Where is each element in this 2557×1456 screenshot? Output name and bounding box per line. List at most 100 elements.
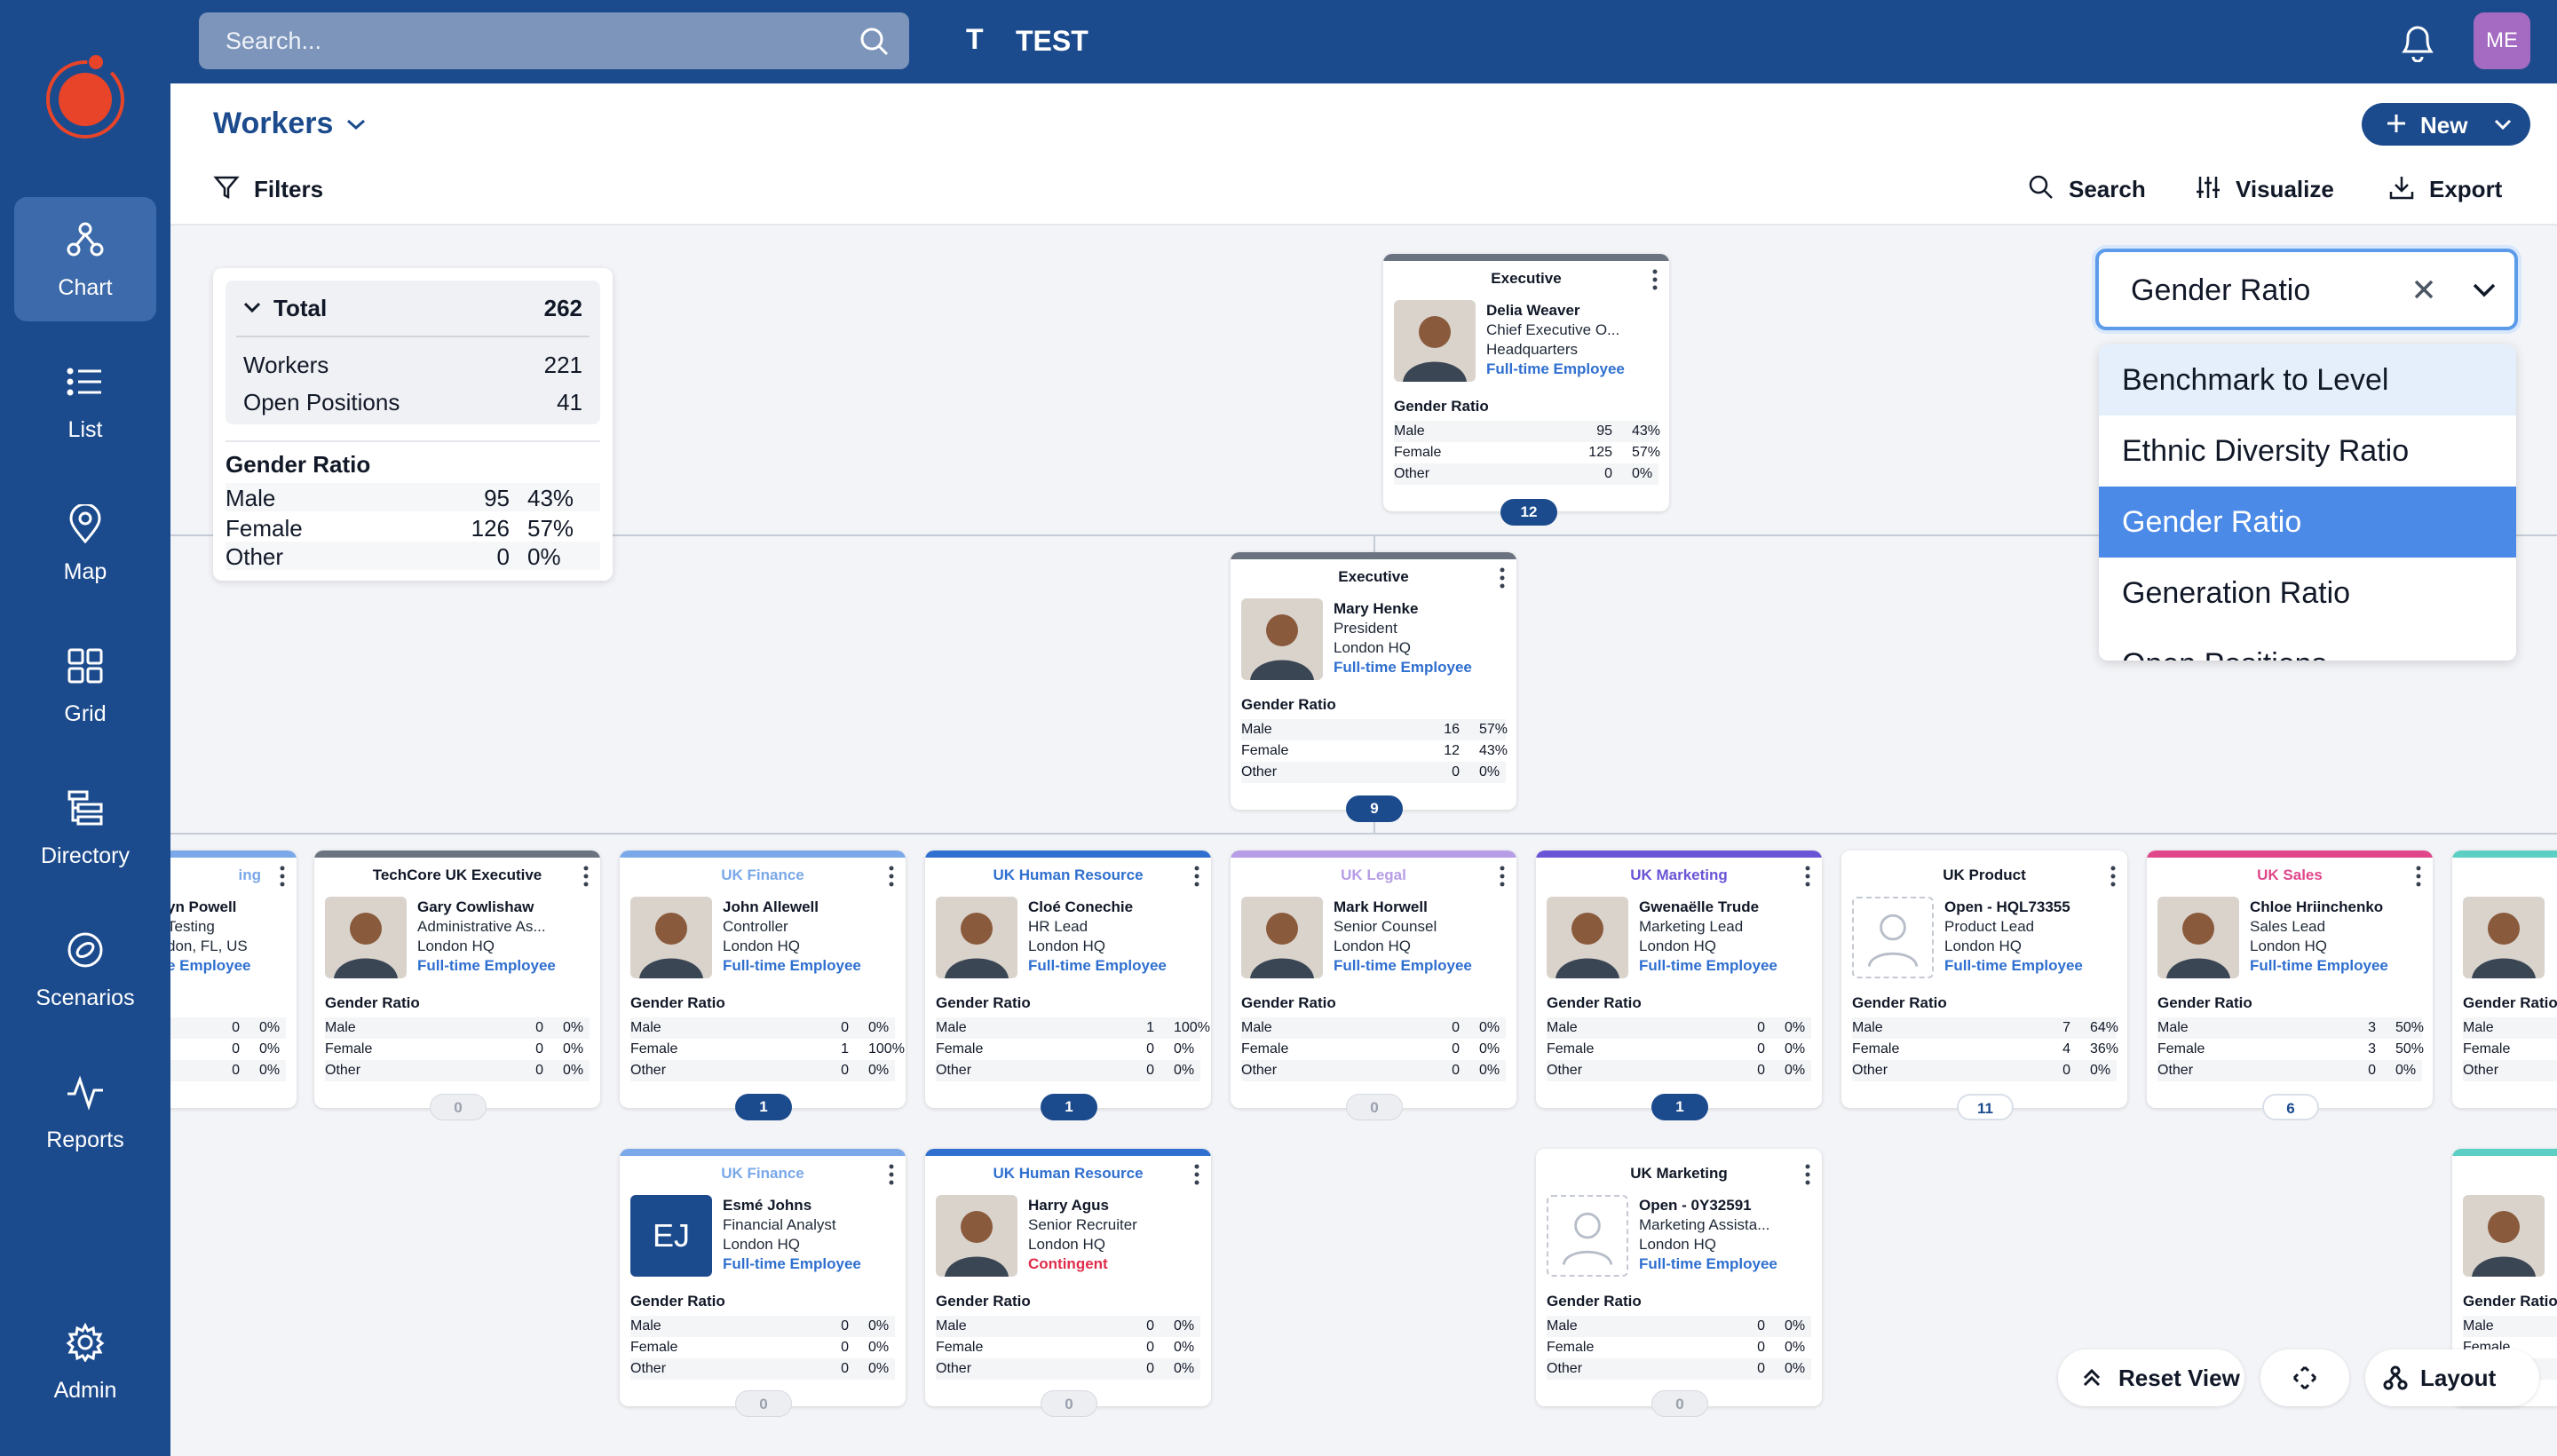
avatar[interactable] xyxy=(1547,1195,1628,1277)
avatar[interactable] xyxy=(1547,897,1628,978)
card-department: UK Finance xyxy=(721,1165,804,1182)
org-card[interactable]: Executive Delia Weaver Chief Executive O..… xyxy=(1383,254,1669,511)
sidebar-item-map[interactable]: Map xyxy=(14,481,156,605)
card-gender-title: Gender Ratio xyxy=(2463,994,2557,1011)
avatar[interactable] xyxy=(325,897,407,978)
person-photo-icon xyxy=(630,897,712,978)
sidebar-item-reports[interactable]: Reports xyxy=(14,1049,156,1174)
avatar[interactable] xyxy=(2463,1195,2545,1277)
card-name: Mark Horwell xyxy=(1334,898,1428,915)
more-vertical-icon[interactable] xyxy=(1804,1163,1811,1186)
org-card[interactable]: UK Human Resource Harry Agus Senior Recrui… xyxy=(925,1149,1211,1406)
sidebar-item-chart[interactable]: Chart xyxy=(14,197,156,321)
more-vertical-icon[interactable] xyxy=(1499,566,1506,590)
reports-count-badge[interactable]: 0 xyxy=(1346,1094,1403,1120)
org-card[interactable]: Executive Mary Henke President London HQ Ful… xyxy=(1231,552,1516,810)
gender-pct: 0% xyxy=(563,1041,584,1056)
more-vertical-icon[interactable] xyxy=(1193,1163,1200,1186)
reports-count-badge[interactable]: 0 xyxy=(1041,1390,1097,1417)
fit-screen-button[interactable] xyxy=(2260,1349,2349,1406)
org-card[interactable]: ing yn Powell Testing don, FL, US e Employee… xyxy=(170,851,297,1108)
gender-pct: 57% xyxy=(527,515,574,542)
card-employment-type: Contingent xyxy=(1028,1255,1108,1272)
avatar[interactable] xyxy=(1241,897,1323,978)
avatar[interactable]: EJ xyxy=(630,1195,712,1277)
avatar[interactable] xyxy=(1852,897,1934,978)
chevron-down-icon[interactable] xyxy=(2472,282,2497,298)
more-vertical-icon[interactable] xyxy=(2110,865,2117,888)
new-button[interactable]: New xyxy=(2362,103,2530,146)
org-card[interactable]: UK Finance John Allewell Controller London … xyxy=(620,851,906,1108)
org-card[interactable]: UK Product Open - HQL73355 Product Lead Lon… xyxy=(1841,851,2127,1108)
avatar[interactable] xyxy=(1241,598,1323,680)
more-vertical-icon[interactable] xyxy=(1651,268,1658,291)
reports-count-badge[interactable]: 9 xyxy=(1346,795,1403,822)
org-name[interactable]: TEST xyxy=(1016,25,1089,58)
search-button[interactable]: Search xyxy=(2028,172,2161,208)
workspace-title[interactable]: Workers xyxy=(213,107,333,141)
org-card[interactable]: TechCore UK Executive Gary Cowlishaw Admin… xyxy=(314,851,600,1108)
org-card[interactable]: UK Marketing Open - 0Y32591 Marketing Assi… xyxy=(1536,1149,1822,1406)
avatar[interactable] xyxy=(936,1195,1017,1277)
more-vertical-icon[interactable] xyxy=(1193,865,1200,888)
more-vertical-icon[interactable] xyxy=(1804,865,1811,888)
reports-count-badge[interactable]: 1 xyxy=(1651,1094,1708,1120)
option-gender-ratio[interactable]: Gender Ratio xyxy=(2099,487,2516,558)
org-card[interactable]: UK Human Resource Cloé Conechie HR Lead Lon… xyxy=(925,851,1211,1108)
org-card[interactable]: UK Sales Chloe Hriinchenko Sales Lead Londo… xyxy=(2147,851,2433,1108)
reset-view-button[interactable]: Reset View xyxy=(2058,1349,2244,1406)
sidebar-item-scenarios[interactable]: Scenarios xyxy=(14,907,156,1032)
reports-count-badge[interactable]: 0 xyxy=(1651,1390,1708,1417)
filters-button[interactable]: Filters xyxy=(213,172,346,208)
visualization-select[interactable]: Gender Ratio xyxy=(2095,249,2518,330)
more-vertical-icon[interactable] xyxy=(582,865,590,888)
avatar[interactable] xyxy=(2463,897,2545,978)
option-benchmark-to-level[interactable]: Benchmark to Level xyxy=(2099,344,2516,415)
option-open-positions[interactable]: Open Positions xyxy=(2099,629,2516,661)
sidebar-item-grid[interactable]: Grid xyxy=(14,623,156,748)
option-ethnic-diversity-ratio[interactable]: Ethnic Diversity Ratio xyxy=(2099,415,2516,487)
app-logo[interactable] xyxy=(43,51,128,140)
option-generation-ratio[interactable]: Generation Ratio xyxy=(2099,558,2516,629)
org-card[interactable]: UK Gender Ratio Male Female Other xyxy=(2452,851,2557,1108)
avatar[interactable] xyxy=(936,897,1017,978)
more-vertical-icon[interactable] xyxy=(279,865,286,888)
more-vertical-icon[interactable] xyxy=(2415,865,2422,888)
avatar[interactable] xyxy=(2157,897,2239,978)
export-button[interactable]: Export xyxy=(2388,172,2513,208)
more-vertical-icon[interactable] xyxy=(888,1163,895,1186)
card-gender-row: Female 0 0% xyxy=(936,1337,1200,1358)
summary-totals[interactable]: Total 262 Workers 221 Open Positions 41 xyxy=(226,281,600,424)
avatar[interactable] xyxy=(630,897,712,978)
reports-count-badge[interactable]: 1 xyxy=(735,1094,792,1120)
card-gender-row: Male00% xyxy=(170,1017,286,1039)
reports-count-badge[interactable]: 0 xyxy=(735,1390,792,1417)
reports-count-badge[interactable]: 11 xyxy=(1957,1094,2014,1120)
org-card[interactable]: UK Marketing Gwenaëlle Trude Marketing Lea… xyxy=(1536,851,1822,1108)
sidebar-item-admin[interactable]: Admin xyxy=(14,1300,156,1424)
reports-count-badge[interactable]: 0 xyxy=(430,1094,487,1120)
gender-count: 0 xyxy=(1452,1020,1460,1035)
more-vertical-icon[interactable] xyxy=(888,865,895,888)
more-vertical-icon[interactable] xyxy=(1499,865,1506,888)
visualize-button[interactable]: Visualize xyxy=(2195,172,2355,208)
notification-bell-icon[interactable] xyxy=(2397,20,2438,62)
card-department: UK Human Resource xyxy=(993,866,1144,883)
search-icon[interactable] xyxy=(859,27,890,57)
org-card[interactable]: UK Legal Mark Horwell Senior Counsel London… xyxy=(1231,851,1516,1108)
chevron-down-icon[interactable] xyxy=(344,115,368,133)
org-card[interactable]: UK Finance EJ Esmé Johns Financial Analyst L… xyxy=(620,1149,906,1406)
search-input[interactable] xyxy=(226,12,838,69)
global-search[interactable] xyxy=(199,12,909,69)
sidebar-item-list[interactable]: List xyxy=(14,339,156,463)
user-avatar[interactable]: ME xyxy=(2474,12,2530,69)
reports-count-badge[interactable]: 1 xyxy=(1041,1094,1097,1120)
reports-count-badge[interactable]: 6 xyxy=(2262,1094,2319,1120)
gender-pct: 0% xyxy=(1479,1020,1500,1035)
reports-count-badge[interactable]: 12 xyxy=(1500,499,1557,526)
sidebar-item-directory[interactable]: Directory xyxy=(14,765,156,890)
card-role: HR Lead xyxy=(1028,918,1089,935)
close-icon[interactable] xyxy=(2411,277,2436,302)
layout-button[interactable]: Layout xyxy=(2365,1349,2539,1406)
avatar[interactable] xyxy=(1394,300,1476,382)
